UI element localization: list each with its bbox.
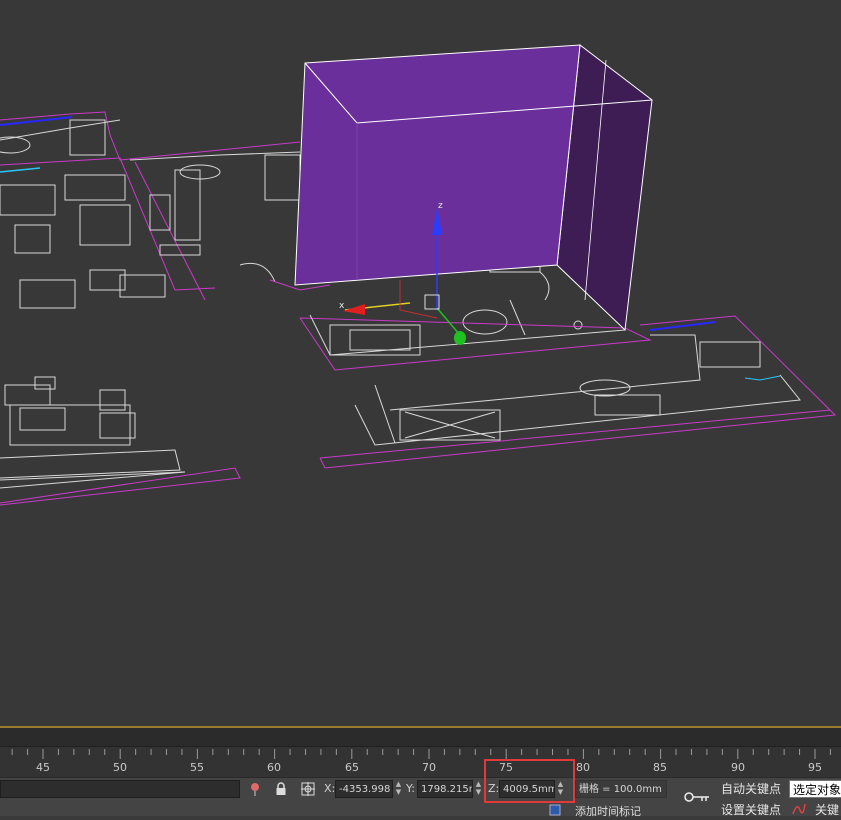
x-spinner[interactable]: ▲ ▼ xyxy=(394,780,403,798)
prompt-line[interactable] xyxy=(0,780,240,798)
timeline-ruler[interactable]: 45 50 55 60 65 70 75 80 85 90 95 xyxy=(0,746,841,778)
ruler-tick-label: 95 xyxy=(808,761,822,774)
set-key-button[interactable]: 设置关键点 xyxy=(721,802,781,818)
ruler-tick-label: 45 xyxy=(36,761,50,774)
isolate-pin-icon[interactable] xyxy=(246,780,264,798)
selected-object-dropdown[interactable]: 选定对象 xyxy=(789,780,841,798)
add-time-tag-button[interactable]: 添加时间标记 xyxy=(575,804,641,820)
auto-key-button[interactable]: 自动关键点 xyxy=(721,781,781,797)
time-tag-icon xyxy=(548,804,562,816)
floorplan-left xyxy=(0,111,301,309)
ruler-tick-label: 65 xyxy=(345,761,359,774)
curve-icon xyxy=(792,802,806,816)
timeline-track[interactable] xyxy=(0,728,841,746)
key-mode-icon[interactable] xyxy=(683,788,711,806)
status-bar: X: -4353.998 ▲ ▼ Y: 1798.215m ▲ ▼ Z: 4009.… xyxy=(0,777,841,818)
ruler-tick-label: 90 xyxy=(731,761,745,774)
y-coordinate-field[interactable]: 1798.215m xyxy=(417,780,473,798)
3d-viewport[interactable]: x z xyxy=(0,0,841,728)
x-label: X: xyxy=(324,782,336,795)
selection-lock-icon[interactable] xyxy=(272,780,290,798)
floorplan-scene: x z xyxy=(0,44,837,506)
ruler-tick-label: 70 xyxy=(422,761,436,774)
gizmo-z-label: z xyxy=(438,201,443,211)
gizmo-x-label: x xyxy=(339,301,345,311)
absolute-mode-icon[interactable] xyxy=(299,780,317,798)
ruler-tick-label: 80 xyxy=(576,761,590,774)
y-label: Y: xyxy=(406,782,415,795)
ruler-tick-label: 85 xyxy=(653,761,667,774)
x-coordinate-field[interactable]: -4353.998 xyxy=(335,780,393,798)
key-filters-button[interactable]: 关键 xyxy=(815,802,839,818)
floorplan-left-lower xyxy=(0,376,186,489)
floorplan-right xyxy=(354,334,801,446)
highlight-box xyxy=(484,759,575,803)
y-spinner[interactable]: ▲ ▼ xyxy=(474,780,483,798)
grid-size-readout: 栅格 = 100.0mm xyxy=(575,780,667,798)
ruler-tick-label: 55 xyxy=(190,761,204,774)
ruler-tick-label: 50 xyxy=(113,761,127,774)
ruler-tick-label: 60 xyxy=(267,761,281,774)
